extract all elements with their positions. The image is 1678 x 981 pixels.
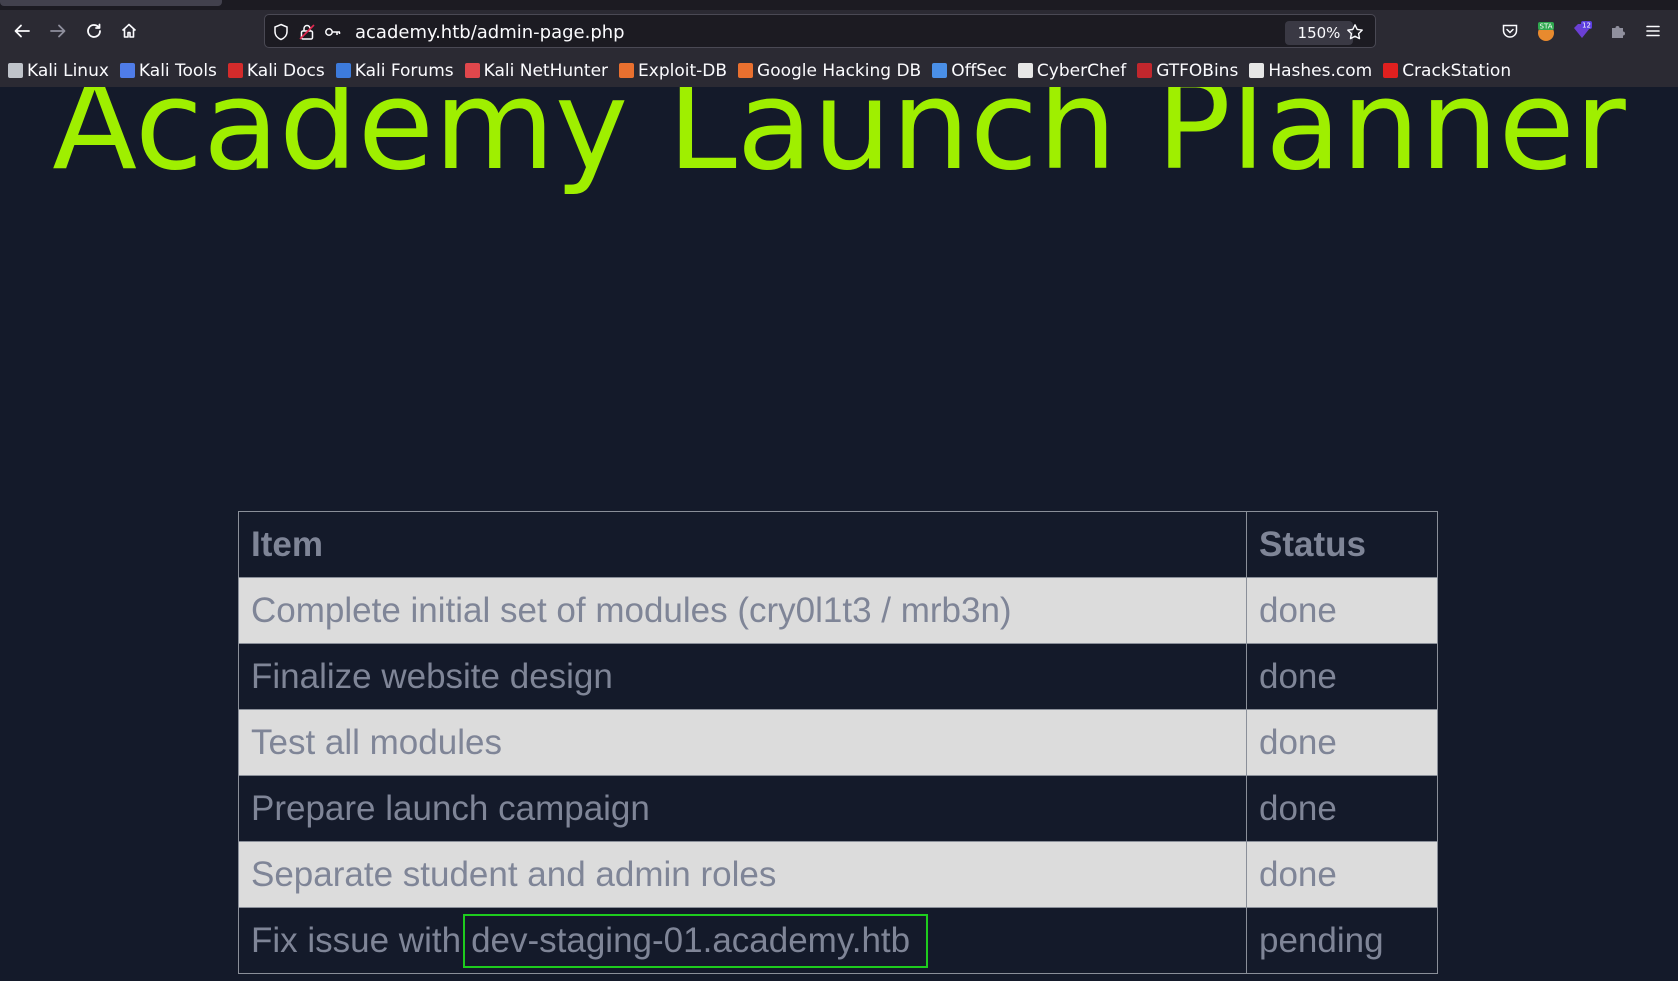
column-header-status: Status xyxy=(1246,511,1438,578)
table-row: Complete initial set of modules (cry0l1t… xyxy=(238,577,1438,644)
cyberchef-icon xyxy=(1017,63,1033,78)
bookmark-kali-linux[interactable]: Kali Linux xyxy=(8,61,109,81)
bookmark-offsec[interactable]: OffSec xyxy=(932,61,1007,81)
bookmark-label: OffSec xyxy=(951,60,1007,81)
table-row: Separate student and admin roles done xyxy=(238,841,1438,908)
bookmark-label: GTFOBins xyxy=(1156,60,1239,81)
item-text: Test all modules xyxy=(251,722,502,762)
bookmark-label: Kali Linux xyxy=(27,60,109,81)
extensions-puzzle-icon xyxy=(1612,26,1625,38)
table-row: Finalize website design done xyxy=(238,643,1438,710)
extension-badge-sta: STA xyxy=(1540,23,1553,31)
app-menu-button[interactable] xyxy=(1638,16,1668,46)
extensions-button[interactable] xyxy=(1603,16,1633,46)
item-text: Complete initial set of modules (cry0l1t… xyxy=(251,590,1012,630)
bookmark-label: Google Hacking DB xyxy=(757,60,922,81)
bookmark-label: Kali Forums xyxy=(354,60,454,81)
shield-icon[interactable] xyxy=(272,23,290,41)
column-header-item: Item xyxy=(238,511,1247,578)
active-tab[interactable] xyxy=(0,0,222,6)
bookmarks-toolbar: Kali Linux Kali Tools Kali Docs Kali Forums… xyxy=(0,54,1678,87)
cell-item: Finalize website design xyxy=(238,643,1247,710)
table-row: Test all modules done xyxy=(238,709,1438,776)
item-text: Finalize website design xyxy=(251,656,613,696)
table-row: Fix issue with dev-staging-01.academy.htb… xyxy=(238,907,1438,974)
page-title: Academy Launch Planner xyxy=(52,87,1626,198)
bookmark-label: Hashes.com xyxy=(1268,60,1373,81)
cell-item: Separate student and admin roles xyxy=(238,841,1247,908)
item-text: Fix issue with xyxy=(251,920,462,960)
pocket-icon xyxy=(1502,24,1518,38)
extension-icon: 12 xyxy=(1574,21,1592,38)
cell-status: done xyxy=(1246,643,1438,710)
highlighted-hostname: dev-staging-01.academy.htb xyxy=(463,913,929,968)
cell-item: Prepare launch campaign xyxy=(238,775,1247,842)
pocket-button[interactable] xyxy=(1495,16,1525,46)
gtfobins-icon xyxy=(1137,63,1153,78)
table-row: Prepare launch campaign done xyxy=(238,775,1438,842)
item-text: Prepare launch campaign xyxy=(251,788,650,828)
bookmark-exploit-db[interactable]: Exploit-DB xyxy=(619,61,727,81)
exploit-db-icon xyxy=(619,63,635,78)
bookmark-label: Kali NetHunter xyxy=(483,60,609,81)
url-text[interactable]: academy.htb/admin-page.php xyxy=(355,22,625,43)
browser-chrome: academy.htb/admin-page.php 150% STA 12 K… xyxy=(0,0,1678,87)
cell-status: done xyxy=(1246,775,1438,842)
cell-status: done xyxy=(1246,841,1438,908)
crackstation-icon xyxy=(1383,63,1399,78)
bookmark-label: Kali Docs xyxy=(246,60,325,81)
bookmark-crackstation[interactable]: CrackStation xyxy=(1383,61,1511,81)
bookmark-kali-tools[interactable]: Kali Tools xyxy=(119,60,217,81)
extension-sta-button[interactable]: STA xyxy=(1531,16,1561,46)
bookmark-cyberchef[interactable]: CyberChef xyxy=(1017,60,1127,81)
kali-forums-icon xyxy=(335,63,351,78)
menu-icon xyxy=(1646,25,1660,37)
cell-status: pending xyxy=(1246,907,1438,974)
bookmark-hashes-com[interactable]: Hashes.com xyxy=(1249,61,1372,81)
page-viewport[interactable]: Academy Launch Planner Item Status Compl… xyxy=(0,87,1678,981)
back-button[interactable] xyxy=(7,16,37,46)
hashes-icon xyxy=(1249,63,1265,78)
cell-item: Fix issue with dev-staging-01.academy.htb xyxy=(238,907,1247,974)
home-icon xyxy=(121,23,137,38)
bookmark-google-hacking-db[interactable]: Google Hacking DB xyxy=(738,61,921,81)
table-body: Complete initial set of modules (cry0l1t… xyxy=(238,577,1438,974)
key-icon[interactable] xyxy=(324,23,342,41)
cell-status: done xyxy=(1246,577,1438,644)
url-bar[interactable]: academy.htb/admin-page.php 150% xyxy=(264,14,1376,48)
bookmark-label: Kali Tools xyxy=(138,60,217,81)
star-icon xyxy=(1347,24,1363,40)
kali-tools-icon xyxy=(119,63,135,78)
offsec-icon xyxy=(932,63,948,78)
home-button[interactable] xyxy=(114,16,144,46)
forward-icon xyxy=(50,24,66,38)
back-icon xyxy=(14,24,30,38)
cell-status: done xyxy=(1246,709,1438,776)
tab-strip xyxy=(0,0,1678,10)
cell-item: Complete initial set of modules (cry0l1t… xyxy=(238,577,1247,644)
bookmark-kali-nethunter[interactable]: Kali NetHunter xyxy=(464,60,609,81)
kali-dragon-icon xyxy=(8,63,23,78)
kali-docs-icon xyxy=(227,63,243,78)
bookmark-label: CyberChef xyxy=(1036,60,1127,81)
reload-icon xyxy=(87,23,101,38)
table-header-row: Item Status xyxy=(238,511,1438,578)
extension-12-button[interactable]: 12 xyxy=(1567,16,1597,46)
bookmark-kali-forums[interactable]: Kali Forums xyxy=(335,60,454,81)
bookmark-star-button[interactable] xyxy=(1343,21,1367,43)
extension-badge-count: 12 xyxy=(1582,22,1591,30)
bookmark-label: Exploit-DB xyxy=(638,60,728,81)
lock-icon[interactable] xyxy=(298,23,316,41)
bookmark-kali-docs[interactable]: Kali Docs xyxy=(227,60,325,81)
item-text: Separate student and admin roles xyxy=(251,854,777,894)
reload-button[interactable] xyxy=(79,16,109,46)
bookmark-gtfobins[interactable]: GTFOBins xyxy=(1137,61,1238,81)
cell-item: Test all modules xyxy=(238,709,1247,776)
forward-button[interactable] xyxy=(43,16,73,46)
bookmark-label: CrackStation xyxy=(1402,60,1512,81)
launch-planner-table: Item Status Complete initial set of modu… xyxy=(238,511,1438,974)
nethunter-icon xyxy=(464,63,480,78)
extension-icon: STA xyxy=(1538,22,1554,41)
ghdb-icon xyxy=(738,63,754,78)
